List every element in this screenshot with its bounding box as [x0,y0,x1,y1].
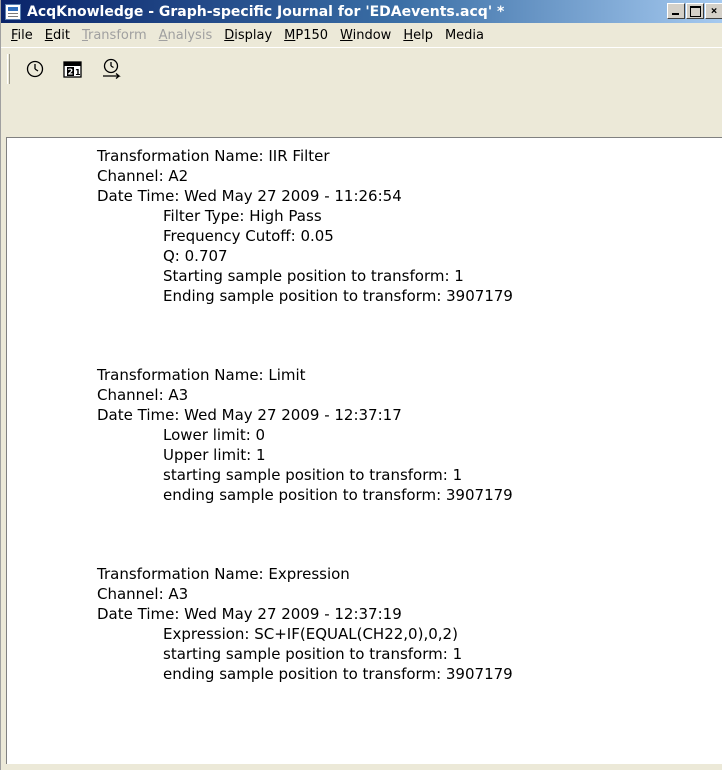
title-buttons: × [666,3,722,19]
title-bar[interactable]: AcqKnowledge - Graph-specific Journal fo… [1,0,722,23]
date-time: Date Time: Wed May 27 2009 - 12:37:17 [97,406,402,424]
channel: Channel: A2 [97,167,189,185]
transformation-name: Transformation Name: Limit [97,366,306,384]
detail-line: Q: 0.707 [163,247,228,265]
svg-text:1: 1 [75,68,81,77]
menu-bar: File Edit Transform Analysis Display MP1… [1,23,722,47]
detail-line: starting sample position to transform: 1 [163,466,463,484]
clock-insert-icon [103,58,121,79]
close-button[interactable]: × [705,3,722,19]
journal-entry: Transformation Name: Limit Channel: A3 D… [97,365,513,505]
detail-line: Expression: SC+IF(EQUAL(CH22,0),0,2) [163,625,458,643]
detail-line: ending sample position to transform: 390… [163,486,513,504]
journal-content[interactable]: Transformation Name: IIR Filter Channel:… [6,137,722,764]
date-time: Date Time: Wed May 27 2009 - 12:37:19 [97,605,402,623]
detail-line: Starting sample position to transform: 1 [163,267,464,285]
toolbar-grip[interactable] [7,53,10,84]
maximize-button[interactable] [686,3,704,19]
calendar-button[interactable]: 2 1 [60,56,86,82]
clock-insert-button[interactable] [98,56,124,82]
calendar-icon: 2 1 [63,60,82,78]
app-icon[interactable] [5,3,21,20]
detail-line: Ending sample position to transform: 390… [163,287,513,305]
svg-text:2: 2 [68,67,74,76]
menu-edit[interactable]: Edit [39,28,76,43]
transformation-name: Transformation Name: IIR Filter [97,147,330,165]
detail-line: ending sample position to transform: 390… [163,665,513,683]
window-title: AcqKnowledge - Graph-specific Journal fo… [27,3,505,20]
detail-line: Lower limit: 0 [163,426,266,444]
menu-display[interactable]: Display [218,28,278,43]
channel: Channel: A3 [97,386,189,404]
menu-analysis[interactable]: Analysis [153,28,219,43]
menu-mp150[interactable]: MP150 [278,28,334,43]
channel: Channel: A3 [97,585,189,603]
clock-button[interactable] [22,56,48,82]
detail-line: Frequency Cutoff: 0.05 [163,227,334,245]
menu-file[interactable]: File [5,28,39,43]
detail-line: Upper limit: 1 [163,446,266,464]
journal-entry: Transformation Name: Expression Channel:… [97,564,513,684]
menu-window[interactable]: Window [334,28,397,43]
minimize-button[interactable] [667,3,685,19]
toolbar: 2 1 [1,47,722,89]
detail-line: starting sample position to transform: 1 [163,645,463,663]
journal-entry: Transformation Name: IIR Filter Channel:… [97,146,513,306]
menu-help[interactable]: Help [397,28,439,43]
app-window: AcqKnowledge - Graph-specific Journal fo… [0,0,722,770]
clock-icon [26,60,44,77]
menu-media[interactable]: Media [439,28,490,43]
transformation-name: Transformation Name: Expression [97,565,350,583]
detail-line: Filter Type: High Pass [163,207,322,225]
menu-transform[interactable]: Transform [76,28,153,43]
date-time: Date Time: Wed May 27 2009 - 11:26:54 [97,187,402,205]
